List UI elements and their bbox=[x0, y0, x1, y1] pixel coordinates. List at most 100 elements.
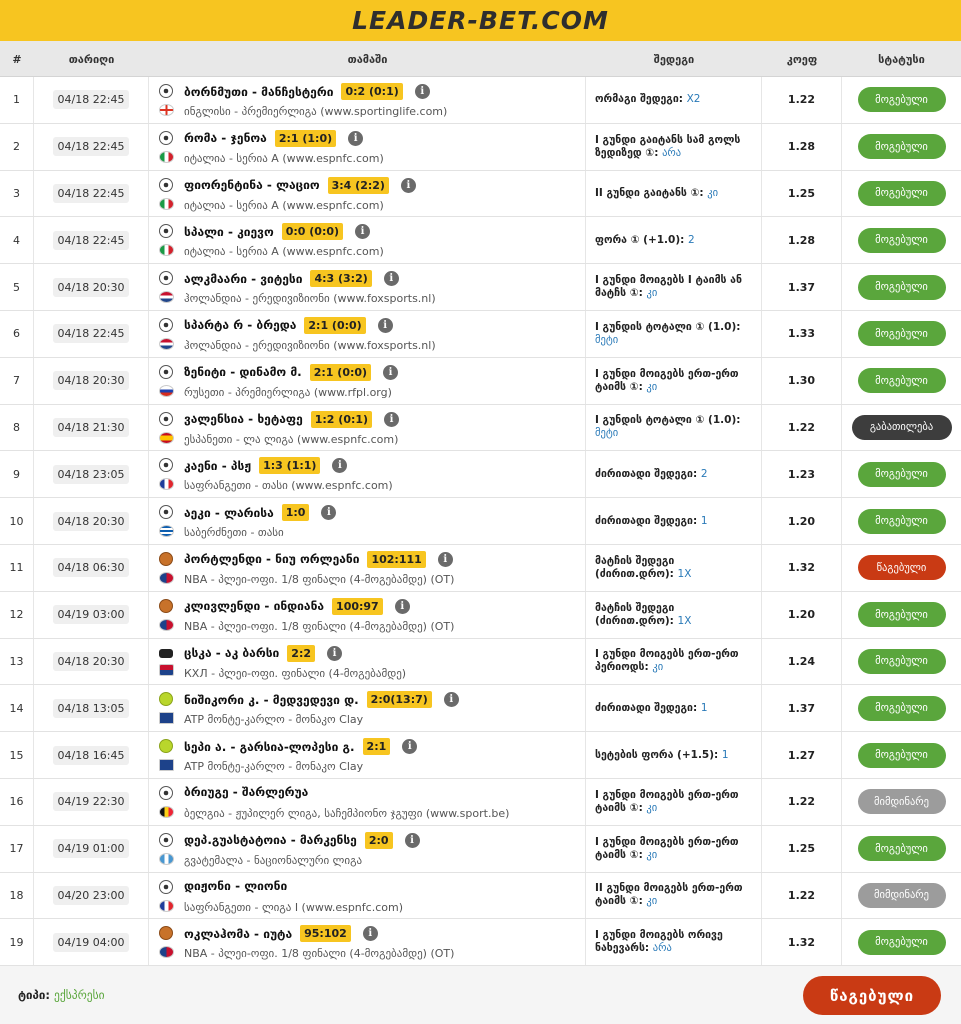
soccer-ball-icon bbox=[159, 177, 173, 192]
tennis-ball-icon bbox=[159, 739, 173, 754]
row-league: საფრანგეთი - ლიგა I (www.espnfc.com) bbox=[184, 900, 403, 914]
row-coef: 1.22 bbox=[762, 404, 842, 451]
column-header-coef: კოეფ bbox=[786, 52, 818, 66]
basketball-icon bbox=[159, 551, 173, 566]
row-date: 04/19 01:00 bbox=[52, 839, 130, 859]
row-number: 17 bbox=[0, 825, 34, 872]
row-date-cell: 04/19 04:00 bbox=[34, 919, 149, 966]
info-icon[interactable]: i bbox=[383, 364, 399, 380]
row-number: 7 bbox=[0, 357, 34, 404]
row-result-cell: I გუნდი მოიგებს ერთ-ერთ ტაიმს ①: კი bbox=[586, 357, 762, 404]
row-teams[interactable]: პორტლენდი - ნიუ ორლეანი bbox=[184, 552, 359, 566]
row-result-cell: I გუნდი მოიგებს ორივე ნახევარს: არა bbox=[586, 919, 762, 966]
row-coef: 1.24 bbox=[762, 638, 842, 685]
row-game-title: ნიშიკორი კ. - მედვედევი დ. 2:0(13:7) i bbox=[184, 691, 459, 709]
row-game-cell: ბორნმუთი - მანჩესტერი 0:2 (0:1) i ინგლის… bbox=[149, 77, 586, 123]
row-teams[interactable]: სეპი ა. - გარსია-ლოპესი გ. bbox=[184, 740, 355, 754]
row-teams[interactable]: ოკლაჰომა - იუტა bbox=[184, 927, 292, 941]
tennis-ball-icon bbox=[159, 692, 173, 707]
status-badge: მოგებული bbox=[857, 836, 946, 862]
table-row: 9 04/18 23:05 კაენი - პსჟ 1:3 (1:1) i სა… bbox=[0, 451, 961, 499]
info-icon[interactable]: i bbox=[437, 551, 453, 567]
row-pick: 1X bbox=[677, 567, 692, 580]
row-teams[interactable]: კლივლენდი - ინდიანა bbox=[184, 599, 324, 613]
row-date-cell: 04/19 03:00 bbox=[34, 591, 149, 638]
row-status-cell: მოგებული bbox=[842, 919, 961, 965]
column-header-num: # bbox=[12, 52, 22, 66]
row-teams[interactable]: ალკმაარი - ვიტესი bbox=[184, 272, 302, 286]
info-icon[interactable]: i bbox=[377, 317, 393, 333]
info-icon[interactable]: i bbox=[332, 458, 348, 474]
row-score: 100:97 bbox=[332, 597, 383, 615]
row-market: I გუნდი მოიგებს ერთ-ერთ ტაიმს ①: კი bbox=[595, 367, 739, 393]
row-market: II გუნდი მოიგებს ერთ-ერთ ტაიმს ①: კი bbox=[595, 882, 743, 908]
table-row: 3 04/18 22:45 ფიორენტინა - ლაციო 3:4 (2:… bbox=[0, 170, 961, 218]
site-logo[interactable]: LEADER-BET.COM bbox=[352, 6, 609, 35]
row-teams[interactable]: სპალი - კიევო bbox=[184, 225, 274, 239]
row-sport-icons bbox=[158, 317, 174, 352]
info-icon[interactable]: i bbox=[348, 130, 364, 146]
row-sport-icons bbox=[158, 177, 174, 212]
table-row: 14 04/18 13:05 ნიშიკორი კ. - მედვედევი დ… bbox=[0, 685, 961, 733]
soccer-ball-icon bbox=[159, 411, 173, 426]
row-teams[interactable]: დეპ.გუასტატოია - მარკენსე bbox=[184, 833, 357, 847]
row-score: 2:0 bbox=[364, 831, 393, 849]
row-game-title: ვალენსია - ხეტაფე 1:2 (0:1) i bbox=[184, 410, 400, 428]
row-score: 95:102 bbox=[300, 925, 351, 943]
row-status-cell: მოგებული bbox=[842, 732, 961, 778]
info-icon[interactable]: i bbox=[443, 692, 459, 708]
info-icon[interactable]: i bbox=[327, 645, 343, 661]
row-coef: 1.22 bbox=[762, 872, 842, 919]
row-teams[interactable]: ვალენსია - ხეტაფე bbox=[184, 412, 303, 426]
row-number: 3 bbox=[0, 170, 34, 217]
row-teams[interactable]: სპარტა რ - ბრედა bbox=[184, 318, 296, 332]
basketball-icon bbox=[159, 598, 173, 613]
row-teams[interactable]: კაენი - პსჟ bbox=[184, 459, 251, 473]
info-icon[interactable]: i bbox=[394, 598, 410, 614]
info-icon[interactable]: i bbox=[321, 505, 337, 521]
info-icon[interactable]: i bbox=[404, 832, 420, 848]
row-date: 04/19 03:00 bbox=[52, 605, 130, 625]
row-game-cell: სპარტა რ - ბრედა 2:1 (0:0) i ჰოლანდია - … bbox=[149, 310, 586, 357]
nba-logo-icon bbox=[158, 946, 174, 959]
row-result-cell: II გუნდი გაიტანს ①: კი bbox=[586, 170, 762, 217]
row-market: I გუნდი მოიგებს ორივე ნახევარს: არა bbox=[595, 929, 723, 955]
row-game-cell: დეპ.გუასტატოია - მარკენსე 2:0 i გვატემალ… bbox=[149, 825, 586, 872]
row-game-cell: ვალენსია - ხეტაფე 1:2 (0:1) i ესპანეთი -… bbox=[149, 404, 586, 451]
row-number: 14 bbox=[0, 685, 34, 732]
row-coef: 1.28 bbox=[762, 217, 842, 264]
info-icon[interactable]: i bbox=[355, 224, 371, 240]
row-league: საფრანგეთი - თასი (www.espnfc.com) bbox=[184, 479, 393, 493]
row-teams[interactable]: ფიორენტინა - ლაციო bbox=[184, 178, 320, 192]
row-teams[interactable]: ნიშიკორი კ. - მედვედევი დ. bbox=[184, 693, 359, 707]
row-teams[interactable]: რომა - ჯენოა bbox=[184, 131, 267, 145]
info-icon[interactable]: i bbox=[414, 84, 430, 99]
status-badge: მიმდინარე bbox=[857, 789, 946, 815]
table-header: # თარიღი თამაში შედეგი კოეფ სტატუსი bbox=[0, 41, 961, 77]
info-icon[interactable]: i bbox=[402, 739, 418, 755]
row-teams[interactable]: ცსკა - აკ ბარსი bbox=[184, 646, 279, 660]
info-icon[interactable]: i bbox=[400, 177, 416, 193]
hockey-puck-icon bbox=[159, 648, 173, 658]
row-teams[interactable]: აეკი - ლარისა bbox=[184, 506, 274, 520]
row-teams[interactable]: დიჟონი - ლიონი bbox=[184, 879, 287, 893]
row-game-cell: სპალი - კიევო 0:0 (0:0) i იტალია - სერია… bbox=[149, 217, 586, 264]
row-teams[interactable]: ბრიუგე - შარლერუა bbox=[184, 785, 308, 799]
row-league: იტალია - სერია A (www.espnfc.com) bbox=[184, 198, 384, 212]
row-date-cell: 04/18 23:05 bbox=[34, 451, 149, 498]
row-game-cell: ცსკა - აკ ბარსი 2:2 i КХЛ - პლეი-ოფი. ფი… bbox=[149, 638, 586, 685]
row-game-title: დეპ.გუასტატოია - მარკენსე 2:0 i bbox=[184, 831, 420, 849]
row-sport-icons bbox=[158, 598, 174, 633]
row-sport-icons bbox=[158, 364, 174, 399]
row-date: 04/18 22:45 bbox=[52, 90, 130, 110]
row-teams[interactable]: ზენიტი - დინამო მ. bbox=[184, 365, 302, 379]
row-league: NBA - პლეი-ოფი. 1/8 ფინალი (4-მოგებამდე)… bbox=[184, 947, 455, 961]
row-market: მატჩის შედეგი (ძირით.დრო): 1X bbox=[595, 601, 692, 627]
row-date-cell: 04/20 23:00 bbox=[34, 872, 149, 919]
info-icon[interactable]: i bbox=[384, 411, 400, 427]
row-teams[interactable]: ბორნმუთი - მანჩესტერი bbox=[184, 85, 333, 99]
row-status-cell: მოგებული bbox=[842, 639, 961, 685]
row-number: 9 bbox=[0, 451, 34, 498]
info-icon[interactable]: i bbox=[383, 271, 399, 287]
info-icon[interactable]: i bbox=[362, 926, 378, 942]
